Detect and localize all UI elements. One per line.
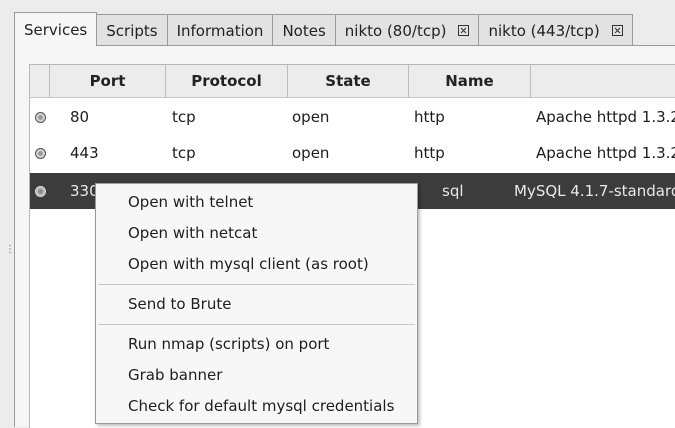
protocol-cell: tcp <box>172 108 196 126</box>
menu-separator <box>98 284 415 285</box>
tab-notes[interactable]: Notes <box>272 14 336 46</box>
tab-information[interactable]: Information <box>166 14 274 46</box>
context-menu: Open with telnet Open with netcat Open w… <box>95 183 418 424</box>
port-cell: 80 <box>70 108 90 126</box>
menu-item-send-to-brute[interactable]: Send to Brute <box>96 289 417 320</box>
column-header-state[interactable]: State <box>288 65 409 97</box>
tab-label: Scripts <box>106 21 158 40</box>
menu-item-grab-banner[interactable]: Grab banner <box>96 360 417 391</box>
menu-item-check-default-credentials[interactable]: Check for default mysql credentials <box>96 391 417 422</box>
status-dot-icon <box>35 148 46 159</box>
version-cell: Apache httpd 1.3.28 <box>536 108 675 126</box>
splitter-grip[interactable]: ⋮ <box>5 245 15 262</box>
menu-separator <box>98 324 415 325</box>
tab-nikto-80[interactable]: nikto (80/tcp) x <box>334 14 480 46</box>
version-cell: MySQL 4.1.7-standard <box>514 182 675 200</box>
close-tab-icon[interactable]: x <box>458 25 470 36</box>
tab-nikto-443[interactable]: nikto (443/tcp) x <box>478 14 633 46</box>
state-cell: open <box>292 108 330 126</box>
app-window: Services Scripts Information Notes nikto… <box>0 0 675 428</box>
port-cell: 443 <box>70 144 99 162</box>
name-cell: http <box>414 108 445 126</box>
tab-services[interactable]: Services <box>14 12 98 46</box>
protocol-cell: tcp <box>172 144 196 162</box>
version-cell: Apache httpd 1.3.28 <box>536 144 675 162</box>
tab-label: nikto (80/tcp) <box>344 21 447 40</box>
table-row[interactable]: 443 tcp open http Apache httpd 1.3.28 <box>30 135 675 171</box>
tab-label: Notes <box>282 21 326 40</box>
table-row[interactable]: 80 tcp open http Apache httpd 1.3.28 <box>30 99 675 135</box>
column-header-port[interactable]: Port <box>50 65 166 97</box>
column-header-version[interactable] <box>531 65 675 97</box>
status-column-header[interactable] <box>30 65 50 97</box>
menu-item-open-mysql-client[interactable]: Open with mysql client (as root) <box>96 249 417 280</box>
column-header-name[interactable]: Name <box>409 65 531 97</box>
close-tab-icon[interactable]: x <box>611 25 623 36</box>
menu-item-open-telnet[interactable]: Open with telnet <box>96 187 417 218</box>
tab-label: nikto (443/tcp) <box>488 21 600 40</box>
menu-item-open-netcat[interactable]: Open with netcat <box>96 218 417 249</box>
menu-item-run-nmap-scripts[interactable]: Run nmap (scripts) on port <box>96 329 417 360</box>
tab-bar: Services Scripts Information Notes nikto… <box>14 12 633 46</box>
column-header-protocol[interactable]: Protocol <box>166 65 288 97</box>
table-header: Port Protocol State Name <box>30 65 675 98</box>
status-dot-icon <box>35 186 46 197</box>
tab-label: Services <box>24 20 88 39</box>
name-cell: http <box>414 144 445 162</box>
tab-scripts[interactable]: Scripts <box>96 14 168 46</box>
name-cell: sql <box>442 182 464 200</box>
tab-label: Information <box>176 21 264 40</box>
state-cell: open <box>292 144 330 162</box>
status-dot-icon <box>35 112 46 123</box>
